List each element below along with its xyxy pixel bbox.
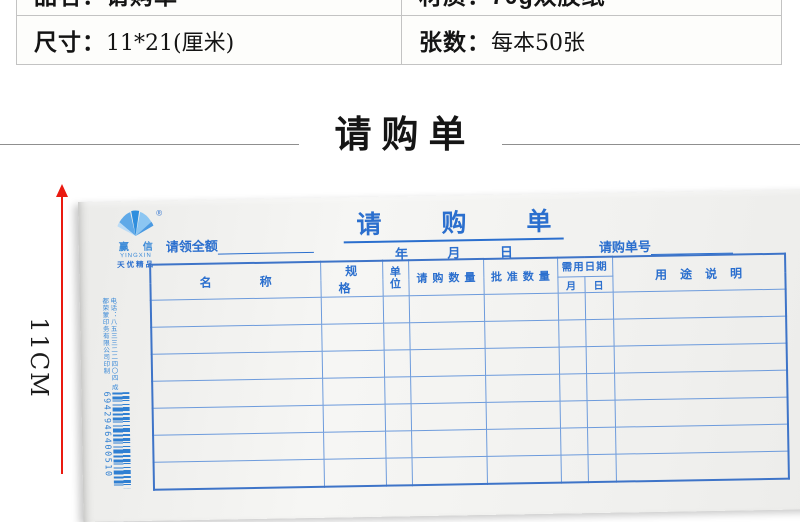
col-header-usage: 用途说明 — [612, 254, 786, 293]
spec-row-size: 尺寸：11*21(厘米) 张数：每本50张 — [17, 16, 782, 65]
barcode-number: 6942946400510 — [101, 391, 113, 491]
col-header-unit: 单位 — [382, 260, 409, 296]
order-no-field: 请购单号 — [599, 235, 733, 256]
title-rule-right — [502, 144, 800, 145]
requisition-table: 名称 规格 单位 请购数量 批准数量 需用日期 用途说明 月 日 — [149, 253, 790, 491]
spec-partial-left: 品名：请购单 — [34, 0, 178, 9]
order-no-label: 请购单号 — [599, 236, 651, 256]
col-header-day: 日 — [584, 276, 612, 293]
brand-logo: ® 赢信 YINGXIN 天优精品 — [100, 208, 171, 269]
col-header-date-needed: 需用日期 — [557, 257, 612, 277]
dimension-arrow-line — [61, 195, 63, 474]
registered-mark: ® — [156, 209, 162, 218]
col-header-month: 月 — [557, 276, 584, 293]
size-value: 11*21(厘米) — [106, 31, 234, 56]
product-page: { "spec_table": { "partial_row": { "left… — [0, 0, 800, 474]
size-label: 尺寸： — [34, 29, 106, 55]
side-note-phone: 电话：八五三三二二四〇四 — [109, 297, 117, 381]
col-header-qty-approved: 批准数量 — [483, 258, 558, 295]
form-title: 请购单 — [356, 200, 657, 241]
sheets-label: 张数： — [419, 29, 491, 55]
col-header-qty-requested: 请购数量 — [408, 259, 484, 296]
section-title-bar: 请购单 — [0, 103, 800, 159]
dimension-label: 11CM — [27, 308, 53, 408]
title-rule-left — [0, 144, 299, 145]
spec-table: 品名：请购单 材质：70g双胶纸 尺寸：11*21(厘米) 张数：每本50张 — [16, 0, 782, 65]
spec-partial-right: 材质：70g双胶纸 — [419, 0, 606, 9]
spec-row-partial: 品名：请购单 材质：70g双胶纸 — [17, 0, 782, 16]
brand-name-cn: 赢信 — [101, 242, 171, 253]
amount-blank-line — [218, 240, 314, 255]
amount-label: 请领全额 — [166, 236, 218, 256]
sheets-value: 每本50张 — [491, 31, 585, 56]
col-header-name: 名称 — [150, 262, 321, 300]
form-paper-photo: ® 赢信 YINGXIN 天优精品 请购单 请领全额 年 月 日 请购单号 名称… — [78, 189, 800, 522]
fan-logo-icon — [113, 209, 157, 238]
col-header-spec: 规格 — [320, 261, 383, 298]
amount-field: 请领全额 — [166, 234, 314, 256]
page-title: 请购单 — [299, 104, 502, 158]
printer-side-notes: 电话：八五三三二二四〇四 成都荣蒙印务有限公司印制 — [100, 297, 118, 397]
